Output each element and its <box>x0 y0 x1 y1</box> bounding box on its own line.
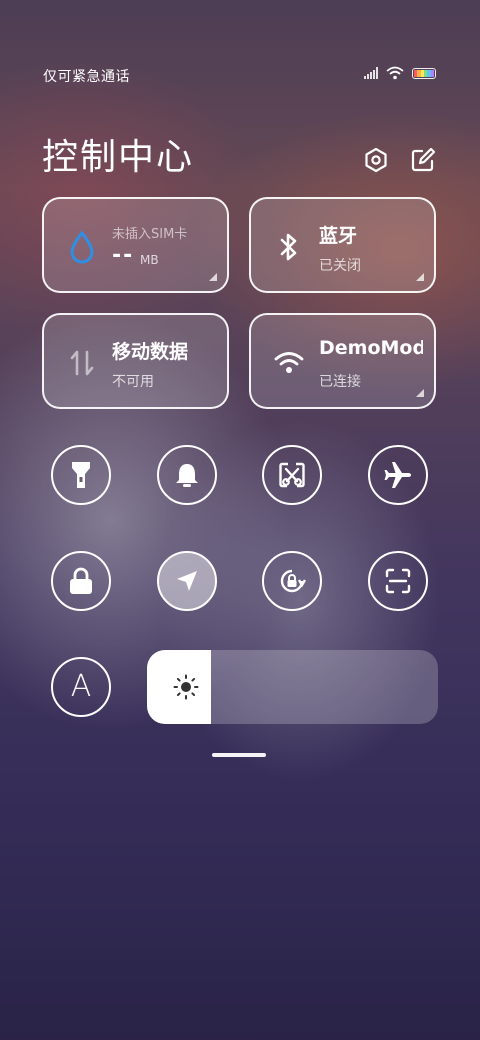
signal-icon <box>364 67 378 79</box>
expand-corner-icon <box>416 389 424 397</box>
bluetooth-status: 已关闭 <box>319 258 361 274</box>
sim-status-label: 未插入SIM卡 <box>112 227 188 242</box>
gear-icon <box>365 147 387 173</box>
brightness-slider[interactable] <box>147 650 438 724</box>
lock-screen-toggle[interactable] <box>51 551 111 611</box>
rotation-lock-toggle[interactable] <box>262 551 322 611</box>
mobile-data-tile[interactable]: 移动数据 不可用 <box>42 313 229 409</box>
mobile-data-label: 移动数据 <box>112 341 189 363</box>
carrier-status: 仅可紧急通话 <box>43 69 130 85</box>
auto-brightness-label: A <box>70 669 92 704</box>
airplane-icon <box>384 462 411 488</box>
page-title: 控制中心 <box>42 137 195 178</box>
flashlight-icon <box>72 462 90 488</box>
data-usage-value: -- <box>112 243 135 268</box>
lock-icon <box>70 567 92 594</box>
wifi-network-name: DemoMod <box>319 337 423 359</box>
home-indicator[interactable] <box>212 753 266 757</box>
scan-icon <box>385 568 411 594</box>
location-icon <box>177 571 197 591</box>
battery-icon <box>412 67 436 79</box>
wifi-icon <box>271 345 307 381</box>
edit-icon <box>411 147 436 172</box>
expand-corner-icon <box>209 273 217 281</box>
screenshot-icon <box>279 462 305 488</box>
wifi-tile[interactable]: DemoMod 已连接 <box>249 313 436 409</box>
rotation-lock-icon <box>280 569 307 593</box>
wifi-status: 已连接 <box>319 374 361 390</box>
bell-icon <box>176 464 198 487</box>
data-usage-unit: MB <box>140 253 159 267</box>
screenshot-toggle[interactable] <box>262 445 322 505</box>
brightness-sun-icon <box>173 674 199 700</box>
status-icons <box>364 66 436 80</box>
mobile-data-arrows-icon <box>64 345 100 381</box>
location-toggle[interactable] <box>157 551 217 611</box>
bluetooth-icon <box>271 229 307 265</box>
bluetooth-tile[interactable]: 蓝牙 已关闭 <box>249 197 436 293</box>
auto-brightness-toggle[interactable]: A <box>51 657 111 717</box>
settings-button[interactable] <box>362 146 390 174</box>
expand-corner-icon <box>416 273 424 281</box>
ring-mode-toggle[interactable] <box>157 445 217 505</box>
bluetooth-label: 蓝牙 <box>319 225 358 247</box>
airplane-mode-toggle[interactable] <box>368 445 428 505</box>
wifi-status-icon <box>386 66 404 80</box>
edit-button[interactable] <box>409 146 437 174</box>
data-usage-tile[interactable]: 未插入SIM卡 -- MB <box>42 197 229 293</box>
scanner-toggle[interactable] <box>368 551 428 611</box>
mobile-data-status: 不可用 <box>112 374 154 390</box>
flashlight-toggle[interactable] <box>51 445 111 505</box>
water-drop-icon <box>64 229 100 265</box>
